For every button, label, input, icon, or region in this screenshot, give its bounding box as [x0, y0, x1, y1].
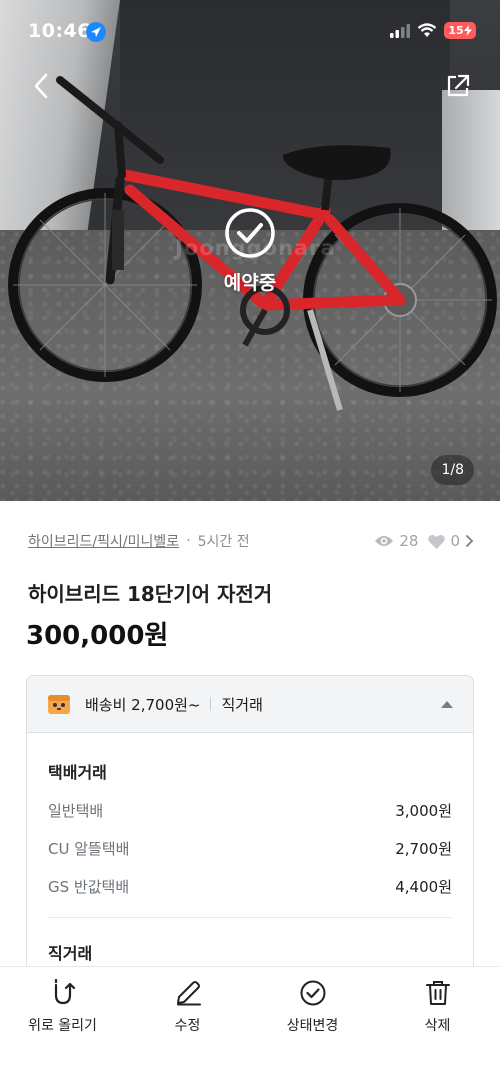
collapse-caret-icon[interactable]	[441, 700, 453, 708]
change-status-label: 상태변경	[286, 1018, 339, 1034]
image-page-counter: 1/8	[431, 455, 474, 485]
shipping-details: 택배거래 일반택배 3,000원 CU 알뜰택배 2,700원 GS 반값택배 …	[27, 759, 473, 964]
delete-button[interactable]: 삭제	[375, 967, 500, 1082]
product-title: 하이브리드 18단기어 자전거	[28, 582, 273, 606]
section-divider	[48, 917, 452, 918]
share-button[interactable]	[438, 66, 478, 106]
shipping-option-row: CU 알뜰택배 2,700원	[48, 838, 452, 859]
trash-icon	[425, 981, 450, 1005]
edit-label: 수정	[174, 1018, 201, 1034]
category-link[interactable]: 하이브리드/픽시/미니벨로	[28, 531, 179, 551]
pencil-icon	[176, 981, 201, 1006]
battery-icon: 15	[444, 22, 476, 39]
separator-dot: ·	[186, 533, 191, 549]
check-circle-icon	[300, 980, 325, 1006]
status-time: 10:46	[28, 20, 91, 42]
product-meta-row: 하이브리드/픽시/미니벨로 · 5시간 전 28 0	[28, 531, 474, 551]
charging-bolt-icon	[463, 25, 472, 36]
bump-up-icon	[54, 979, 75, 1005]
bottom-action-bar: 위로 올리기 수정 상태변경 삭제	[0, 966, 500, 1082]
shipping-fee-summary: 배송비 2,700원~	[85, 695, 201, 714]
edit-button[interactable]: 수정	[125, 967, 250, 1082]
product-price: 300,000원	[26, 621, 169, 651]
header-divider	[210, 697, 212, 711]
shipping-option-fee: 4,400원	[395, 878, 452, 896]
like-count[interactable]: 0	[428, 532, 474, 550]
eye-icon	[375, 536, 394, 546]
battery-level: 15	[448, 24, 464, 37]
bump-up-label: 위로 올리기	[28, 1018, 97, 1034]
change-status-button[interactable]: 상태변경	[250, 967, 375, 1082]
status-indicators: 15	[390, 22, 476, 39]
shipping-info-card: 배송비 2,700원~ 직거래 택배거래 일반택배 3,000원 CU 알뜰택배…	[26, 675, 474, 995]
shipping-option-row: 일반택배 3,000원	[48, 800, 452, 821]
package-box-icon	[48, 695, 70, 714]
bump-up-button[interactable]: 위로 올리기	[0, 967, 125, 1082]
shipping-option-fee: 2,700원	[395, 840, 452, 858]
shipping-option-name: CU 알뜰택배	[48, 840, 130, 858]
cellular-signal-icon	[390, 23, 410, 38]
location-arrow-icon	[86, 22, 106, 42]
shipping-option-name: GS 반값택배	[48, 878, 130, 896]
chevron-left-icon	[34, 73, 48, 99]
wifi-icon	[417, 23, 437, 37]
view-count-value: 28	[399, 532, 419, 550]
check-circle-icon	[225, 208, 275, 258]
posted-time: 5시간 전	[197, 534, 250, 550]
heart-icon	[428, 534, 446, 549]
shipping-option-row: GS 반값택배 4,400원	[48, 876, 452, 897]
delete-label: 삭제	[424, 1018, 451, 1034]
share-external-icon	[447, 74, 470, 97]
chevron-right-icon	[466, 535, 474, 547]
view-count: 28	[374, 532, 418, 550]
direct-section-title: 직거래	[48, 944, 93, 963]
back-button[interactable]	[22, 66, 62, 106]
product-image-gallery[interactable]: 10:46 15 Joonggonara 예약중 1/8	[0, 0, 500, 501]
status-bar: 10:46 15	[0, 0, 500, 62]
shipping-option-name: 일반택배	[48, 802, 104, 820]
delivery-section-title: 택배거래	[48, 763, 107, 782]
shipping-summary-header[interactable]: 배송비 2,700원~ 직거래	[27, 676, 473, 733]
reserved-status-overlay: 예약중	[200, 207, 300, 295]
shipping-option-fee: 3,000원	[395, 802, 452, 820]
direct-trade-tag: 직거래	[221, 695, 263, 714]
product-stats: 28 0	[374, 532, 474, 550]
like-count-value: 0	[450, 532, 460, 550]
reserved-status-label: 예약중	[223, 272, 277, 294]
